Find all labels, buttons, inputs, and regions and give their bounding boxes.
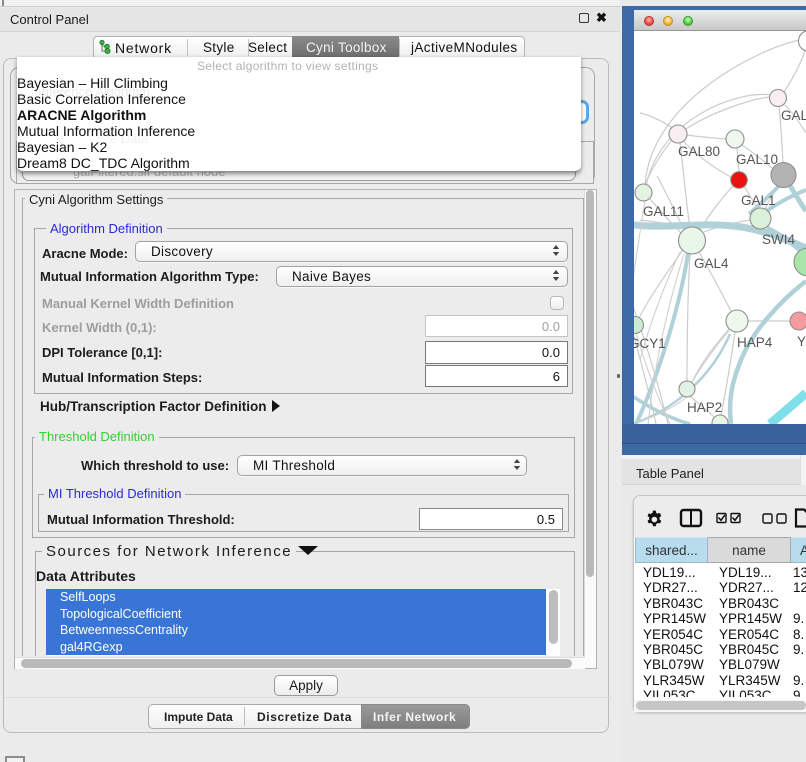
- svg-text:GAL80: GAL80: [678, 144, 720, 159]
- svg-text:GAL1: GAL1: [741, 193, 776, 208]
- svg-text:GAL: GAL: [781, 108, 806, 123]
- svg-text:Y: Y: [797, 334, 806, 349]
- svg-text:GAL4: GAL4: [694, 256, 729, 271]
- svg-text:GAL11: GAL11: [643, 204, 684, 219]
- svg-text:HAP4: HAP4: [737, 335, 773, 350]
- svg-text:GAL10: GAL10: [736, 152, 778, 167]
- svg-text:GCY1: GCY1: [634, 336, 666, 351]
- svg-text:SWI4: SWI4: [762, 232, 795, 247]
- svg-text:HAP2: HAP2: [687, 400, 722, 415]
